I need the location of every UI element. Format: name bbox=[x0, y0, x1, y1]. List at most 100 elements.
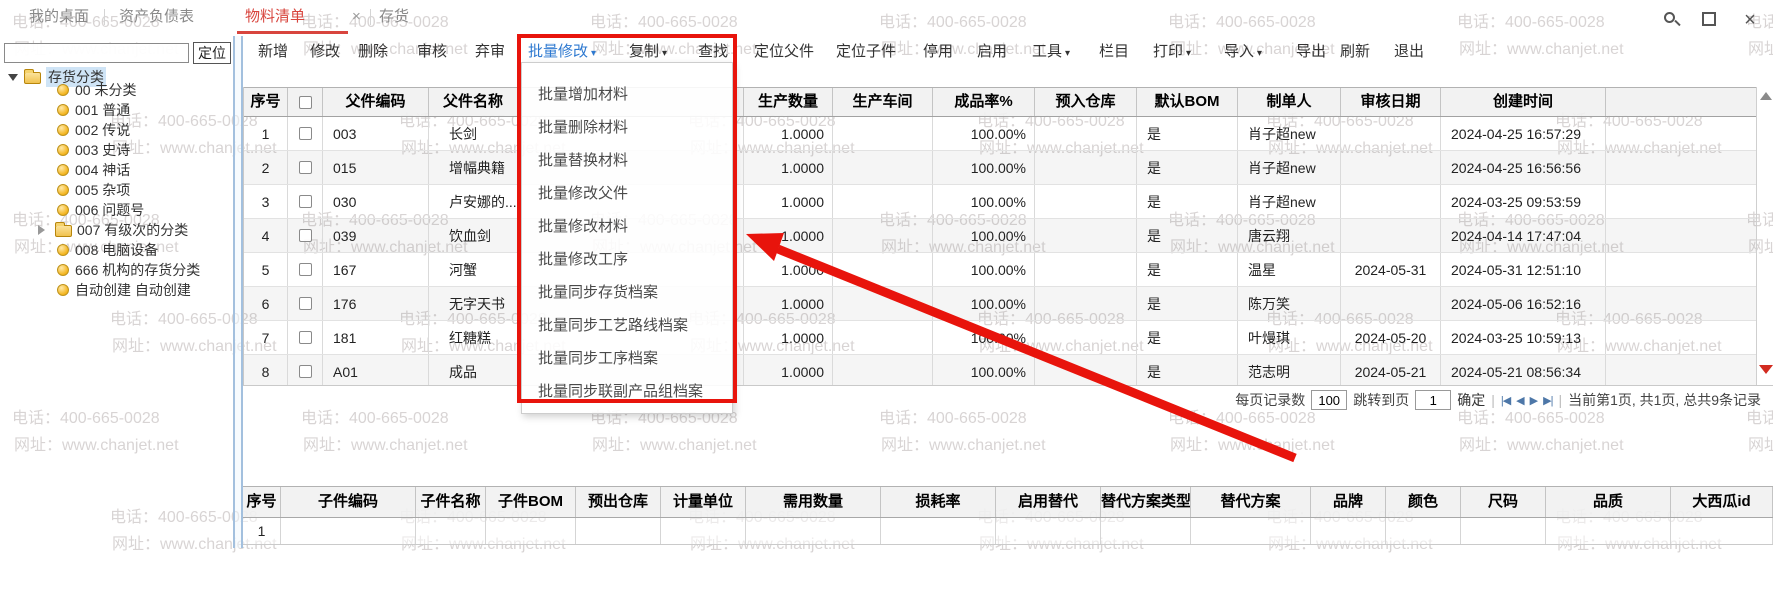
menu-item-批量同步联副产品组档案[interactable]: 批量同步联副产品组档案 bbox=[522, 375, 732, 408]
goto-page-input[interactable] bbox=[1415, 390, 1452, 410]
sidebar-item-005 杂项[interactable]: 005 杂项 bbox=[0, 180, 233, 200]
tab-1[interactable]: 资产负债表 bbox=[119, 0, 194, 34]
subtable-column-header: 序号 bbox=[243, 487, 281, 517]
toolbar-button-导入[interactable]: 导入 ▾ bbox=[1224, 38, 1262, 66]
sidebar-item-自动创建 自动创建[interactable]: 自动创建 自动创建 bbox=[0, 280, 233, 300]
scroll-up-icon[interactable] bbox=[1760, 92, 1772, 100]
toolbar-button-栏目[interactable]: 栏目 bbox=[1099, 38, 1129, 66]
toolbar-button-停用[interactable]: 停用 bbox=[923, 38, 953, 66]
toolbar-button-导出[interactable]: 导出 bbox=[1296, 38, 1326, 66]
subtable-cell bbox=[1191, 518, 1311, 544]
next-page-icon[interactable]: ▶ bbox=[1530, 394, 1539, 407]
sidebar-item-003 史诗[interactable]: 003 史诗 bbox=[0, 140, 233, 160]
cell: 1.0000 bbox=[744, 321, 833, 354]
prev-page-icon[interactable]: ◀ bbox=[1516, 394, 1525, 407]
toolbar-button-审核[interactable]: 审核 bbox=[417, 38, 447, 66]
row-checkbox[interactable] bbox=[298, 195, 312, 208]
column-header: 预入仓库 bbox=[1035, 88, 1137, 116]
tab-close-icon[interactable]: × bbox=[352, 0, 361, 34]
menu-item-批量同步存货档案[interactable]: 批量同步存货档案 bbox=[522, 276, 732, 309]
search-icon[interactable] bbox=[1662, 10, 1682, 30]
toolbar-button-弃审[interactable]: 弃审 bbox=[475, 38, 505, 66]
toolbar-button-删除[interactable]: 删除 bbox=[358, 38, 388, 66]
menu-item-批量删除材料[interactable]: 批量删除材料 bbox=[522, 111, 732, 144]
tab-0[interactable]: 我的桌面 bbox=[29, 0, 89, 34]
table-row[interactable]: 1 003 长剑 1.0000 100.00% 是肖子超new 2024-04-25 16:… bbox=[244, 117, 1756, 151]
sidebar-item-004 神话[interactable]: 004 神话 bbox=[0, 160, 233, 180]
toolbar-button-修改[interactable]: 修改 bbox=[310, 38, 340, 66]
cell: 是 bbox=[1137, 355, 1238, 385]
cell: 030 bbox=[323, 185, 429, 218]
menu-item-批量替换材料[interactable]: 批量替换材料 bbox=[522, 144, 732, 177]
table-row[interactable]: 6 176 无字天书 1.0000 100.00% 是陈万笑 2024-05-06 16:5… bbox=[244, 287, 1756, 321]
toolbar-button-工具[interactable]: 工具 ▾ bbox=[1032, 38, 1070, 66]
expand-icon[interactable] bbox=[1700, 10, 1720, 30]
subtable-row[interactable]: 1 bbox=[243, 518, 1773, 545]
row-checkbox[interactable] bbox=[298, 365, 312, 378]
category-dot-icon bbox=[57, 124, 69, 136]
cell: 是 bbox=[1137, 287, 1238, 320]
table-row[interactable]: 4 039 饮血剑 1.0000 100.00% 是唐云翔 2024-04-14 17:47… bbox=[244, 219, 1756, 253]
row-checkbox[interactable] bbox=[298, 263, 312, 276]
expand-square bbox=[1702, 12, 1716, 26]
collapsed-arrow-icon[interactable] bbox=[38, 225, 45, 235]
row-checkbox[interactable] bbox=[298, 161, 312, 174]
sidebar-item-002 传说[interactable]: 002 传说 bbox=[0, 120, 233, 140]
toolbar-button-启用[interactable]: 启用 bbox=[977, 38, 1007, 66]
sidebar-item-label: 00 未分类 bbox=[75, 82, 137, 98]
table-row[interactable]: 5 167 河蟹 1.0000 100.00% 是温星 2024-05-31 2024-05-… bbox=[244, 253, 1756, 287]
confirm-button[interactable]: 确定 bbox=[1457, 390, 1485, 410]
menu-item-批量修改材料[interactable]: 批量修改材料 bbox=[522, 210, 732, 243]
chevron-down-icon: ▾ bbox=[1186, 48, 1192, 59]
table-row[interactable]: 3 030 卢安娜的... 1.0000 100.00% 是肖子超new 2024-03-2… bbox=[244, 185, 1756, 219]
menu-item-批量增加材料[interactable]: 批量增加材料 bbox=[522, 78, 732, 111]
scroll-down-icon[interactable] bbox=[1759, 365, 1773, 374]
sidebar-item-00 未分类[interactable]: 00 未分类 bbox=[0, 80, 233, 100]
sidebar-item-001 普通[interactable]: 001 普通 bbox=[0, 100, 233, 120]
cell: 4 bbox=[244, 219, 288, 252]
first-page-icon[interactable]: |◀ bbox=[1501, 394, 1511, 407]
cell bbox=[833, 321, 933, 354]
row-checkbox[interactable] bbox=[298, 331, 312, 344]
sidebar-item-label: 007 有级次的分类 bbox=[77, 222, 189, 238]
page-size-input[interactable] bbox=[1311, 390, 1348, 410]
subtable-cell bbox=[746, 518, 881, 544]
sidebar-item-666 机构的存货分类[interactable]: 666 机构的存货分类 bbox=[0, 260, 233, 280]
last-page-icon[interactable]: ▶| bbox=[1543, 394, 1553, 407]
select-all-checkbox[interactable] bbox=[298, 96, 312, 109]
menu-item-批量同步工艺路线档案[interactable]: 批量同步工艺路线档案 bbox=[522, 309, 732, 342]
toolbar-button-打印[interactable]: 打印 ▾ bbox=[1153, 38, 1191, 66]
toolbar-button-label: 定位父件 bbox=[754, 43, 815, 60]
cell: 陈万笑 bbox=[1238, 287, 1341, 320]
table-row[interactable]: 8 A01 成品 1.0000 100.00% 是范志明 2024-05-21 2024-05… bbox=[244, 355, 1756, 385]
menu-item-批量修改父件[interactable]: 批量修改父件 bbox=[522, 177, 732, 210]
vertical-scrollbar[interactable] bbox=[1756, 87, 1773, 385]
toolbar-button-定位子件[interactable]: 定位子件 bbox=[836, 38, 896, 66]
close-icon[interactable]: × bbox=[1740, 10, 1760, 30]
toolbar-button-定位父件[interactable]: 定位父件 bbox=[754, 38, 814, 66]
cell bbox=[1606, 287, 1756, 320]
tab-3[interactable]: 存货 bbox=[379, 0, 409, 34]
row-checkbox[interactable] bbox=[298, 229, 312, 242]
table-row[interactable]: 2 015 增幅典籍 1.0000 100.00% 是肖子超new 2024-04-25 1… bbox=[244, 151, 1756, 185]
menu-item-批量同步工序档案[interactable]: 批量同步工序档案 bbox=[522, 342, 732, 375]
table-row[interactable]: 7 181 红糖糕 1.0000 100.00% 是叶熳琪 2024-05-20 2024-0… bbox=[244, 321, 1756, 355]
cell bbox=[1606, 185, 1756, 218]
cell bbox=[833, 185, 933, 218]
row-checkbox[interactable] bbox=[298, 297, 312, 310]
toolbar-button-退出[interactable]: 退出 bbox=[1394, 38, 1424, 66]
toolbar-button-新增[interactable]: 新增 bbox=[258, 38, 288, 66]
tab-2[interactable]: 物料清单 bbox=[245, 0, 305, 34]
sidebar-item-008 电脑设备[interactable]: 008 电脑设备 bbox=[0, 240, 233, 260]
search-lens bbox=[1664, 12, 1675, 23]
toolbar-button-label: 导出 bbox=[1296, 43, 1327, 60]
sidebar-item-label: 003 史诗 bbox=[75, 142, 131, 158]
menu-item-批量修改工序[interactable]: 批量修改工序 bbox=[522, 243, 732, 276]
cell bbox=[1035, 355, 1137, 385]
sidebar-item-006 问题号[interactable]: 006 问题号 bbox=[0, 200, 233, 220]
row-checkbox[interactable] bbox=[298, 127, 312, 140]
toolbar-button-刷新[interactable]: 刷新 bbox=[1340, 38, 1370, 66]
cell: 饮血剑 bbox=[429, 219, 518, 252]
sidebar-item-007 有级次的分类[interactable]: 007 有级次的分类 bbox=[0, 220, 233, 240]
panel-splitter[interactable] bbox=[233, 36, 243, 548]
